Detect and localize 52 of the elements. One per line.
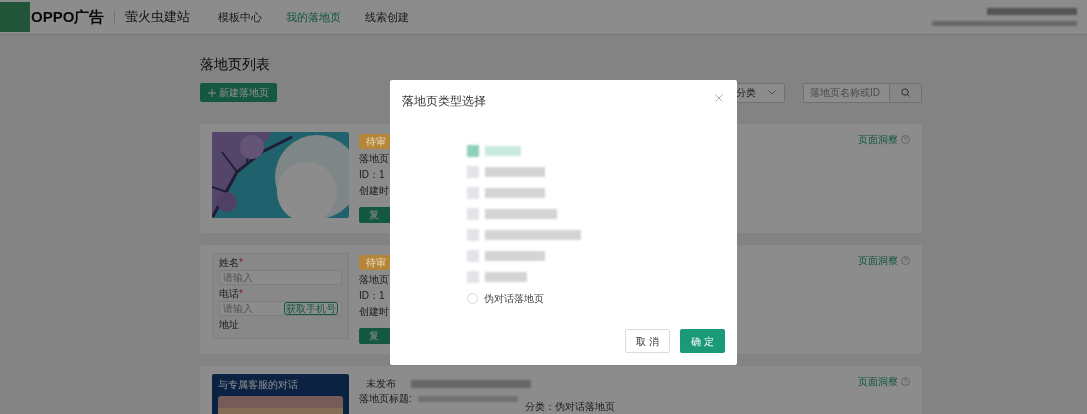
info-text: 落地页标题: — [359, 393, 412, 405]
form-label: 地址 — [219, 319, 240, 330]
redacted-text — [485, 251, 545, 261]
required-mark: * — [239, 257, 243, 268]
option-label: 伪对话落地页 — [484, 291, 544, 306]
redacted-text — [485, 272, 527, 282]
radio-button[interactable] — [467, 166, 479, 178]
nav-link[interactable]: 模板中心 — [218, 8, 263, 26]
form-label: 电话 — [219, 288, 239, 299]
info-text: 落地页 — [359, 153, 389, 165]
product-name: 萤火虫建站 — [125, 8, 191, 27]
radio-button[interactable] — [467, 250, 479, 262]
help-icon — [901, 377, 910, 386]
search-icon — [901, 88, 910, 97]
page-insight-link[interactable]: 页面洞察 — [858, 255, 898, 267]
nav-link[interactable]: 我的落地页 — [286, 8, 342, 26]
radio-button[interactable] — [467, 208, 479, 220]
plus-icon — [208, 88, 216, 97]
radio-button[interactable] — [467, 187, 479, 199]
radio-button[interactable] — [467, 271, 479, 283]
redacted-text — [485, 146, 521, 156]
info-text: 创建时 — [359, 306, 389, 318]
redacted-text — [485, 167, 545, 177]
search-button[interactable] — [890, 82, 922, 103]
logo-icon — [0, 2, 30, 32]
category-text: 分类：伪对话落地页 — [525, 401, 615, 413]
chevron-down-icon — [768, 90, 776, 95]
radio-button[interactable] — [467, 229, 479, 241]
new-page-button[interactable]: 新建落地页 — [200, 83, 277, 102]
close-icon — [715, 94, 723, 102]
form-label: 姓名 — [219, 257, 239, 268]
help-icon — [901, 135, 910, 144]
required-mark: * — [239, 288, 243, 299]
cancel-button[interactable]: 取 消 — [625, 329, 670, 353]
search-field[interactable]: 落地页名称或ID — [803, 82, 890, 103]
radio-button[interactable] — [467, 145, 479, 157]
page-title: 落地页列表 — [200, 55, 271, 74]
redacted-text — [485, 188, 545, 198]
help-icon — [901, 256, 910, 265]
chat-title: 与专属客服的对话 — [218, 379, 299, 391]
dialog-title: 落地页类型选择 — [402, 93, 486, 110]
close-button[interactable] — [715, 94, 723, 102]
redacted-text — [485, 209, 557, 219]
info-text: ID：1 — [359, 169, 385, 181]
info-text: 创建时 — [359, 185, 389, 197]
page-insight-link[interactable]: 页面洞察 — [858, 134, 898, 146]
info-text: ID：1 — [359, 290, 385, 302]
brand-name: OPPO广告 — [31, 6, 105, 27]
nav-link[interactable]: 线索创建 — [365, 8, 410, 26]
page-insight-link[interactable]: 页面洞察 — [858, 376, 898, 388]
confirm-button[interactable]: 确 定 — [680, 329, 725, 353]
info-text: 落地页 — [359, 274, 389, 286]
